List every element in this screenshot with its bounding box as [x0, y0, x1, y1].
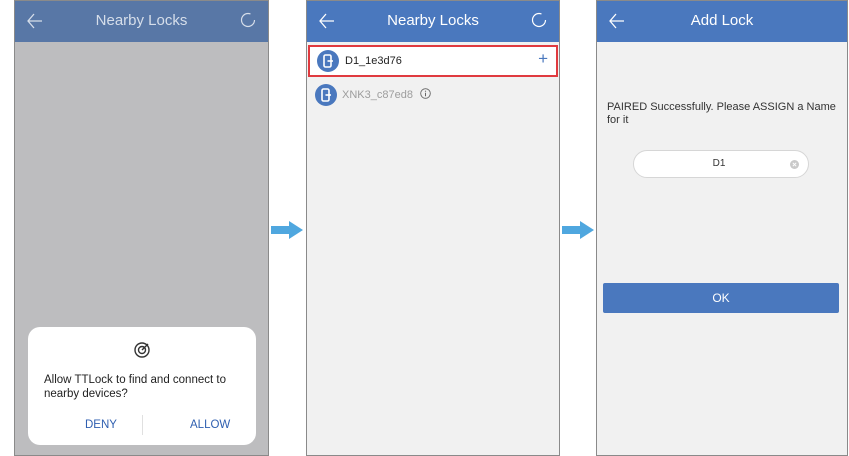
lock-name: XNK3_c87ed8 — [342, 89, 413, 101]
page-title: Nearby Locks — [387, 12, 479, 29]
info-icon[interactable] — [420, 88, 431, 99]
deny-button[interactable]: DENY — [85, 419, 117, 431]
app-header: Add Lock — [597, 1, 847, 42]
step-arrow-icon — [271, 221, 303, 239]
add-lock-button[interactable]: + — [538, 49, 548, 69]
lock-name-field[interactable] — [633, 150, 809, 178]
allow-button[interactable]: ALLOW — [190, 419, 230, 431]
screen-add-lock: Add Lock PAIRED Successfully. Please ASS… — [596, 0, 848, 456]
permission-message: Allow TTLock to find and connect to near… — [44, 374, 226, 400]
app-header: Nearby Locks — [307, 1, 559, 42]
screen-permission: Nearby Locks Allow TTLock to find and co… — [14, 0, 269, 456]
step-arrow-icon — [562, 221, 594, 239]
loading-spinner-icon[interactable] — [531, 12, 547, 28]
lock-list-item[interactable]: XNK3_c87ed8 — [307, 80, 559, 111]
page-title: Add Lock — [690, 12, 754, 29]
page-title: Nearby Locks — [95, 12, 188, 29]
permission-dialog: Allow TTLock to find and connect to near… — [28, 327, 256, 445]
pairing-message: PAIRED Successfully. Please ASSIGN a Nam… — [607, 101, 836, 126]
lock-icon — [315, 84, 337, 106]
lock-name-input[interactable] — [654, 157, 784, 170]
loading-spinner-icon[interactable] — [240, 12, 256, 28]
lock-list-item[interactable]: D1_1e3d76 + — [308, 45, 558, 77]
app-header: Nearby Locks — [15, 1, 268, 42]
nearby-devices-icon — [134, 342, 150, 358]
clear-icon[interactable] — [790, 160, 799, 169]
screen-nearby-locks: Nearby Locks D1_1e3d76 + XNK3_c87ed8 — [306, 0, 560, 456]
lock-icon — [317, 50, 339, 72]
divider — [142, 415, 143, 435]
ok-button[interactable]: OK — [603, 283, 839, 313]
lock-name: D1_1e3d76 — [345, 55, 402, 67]
